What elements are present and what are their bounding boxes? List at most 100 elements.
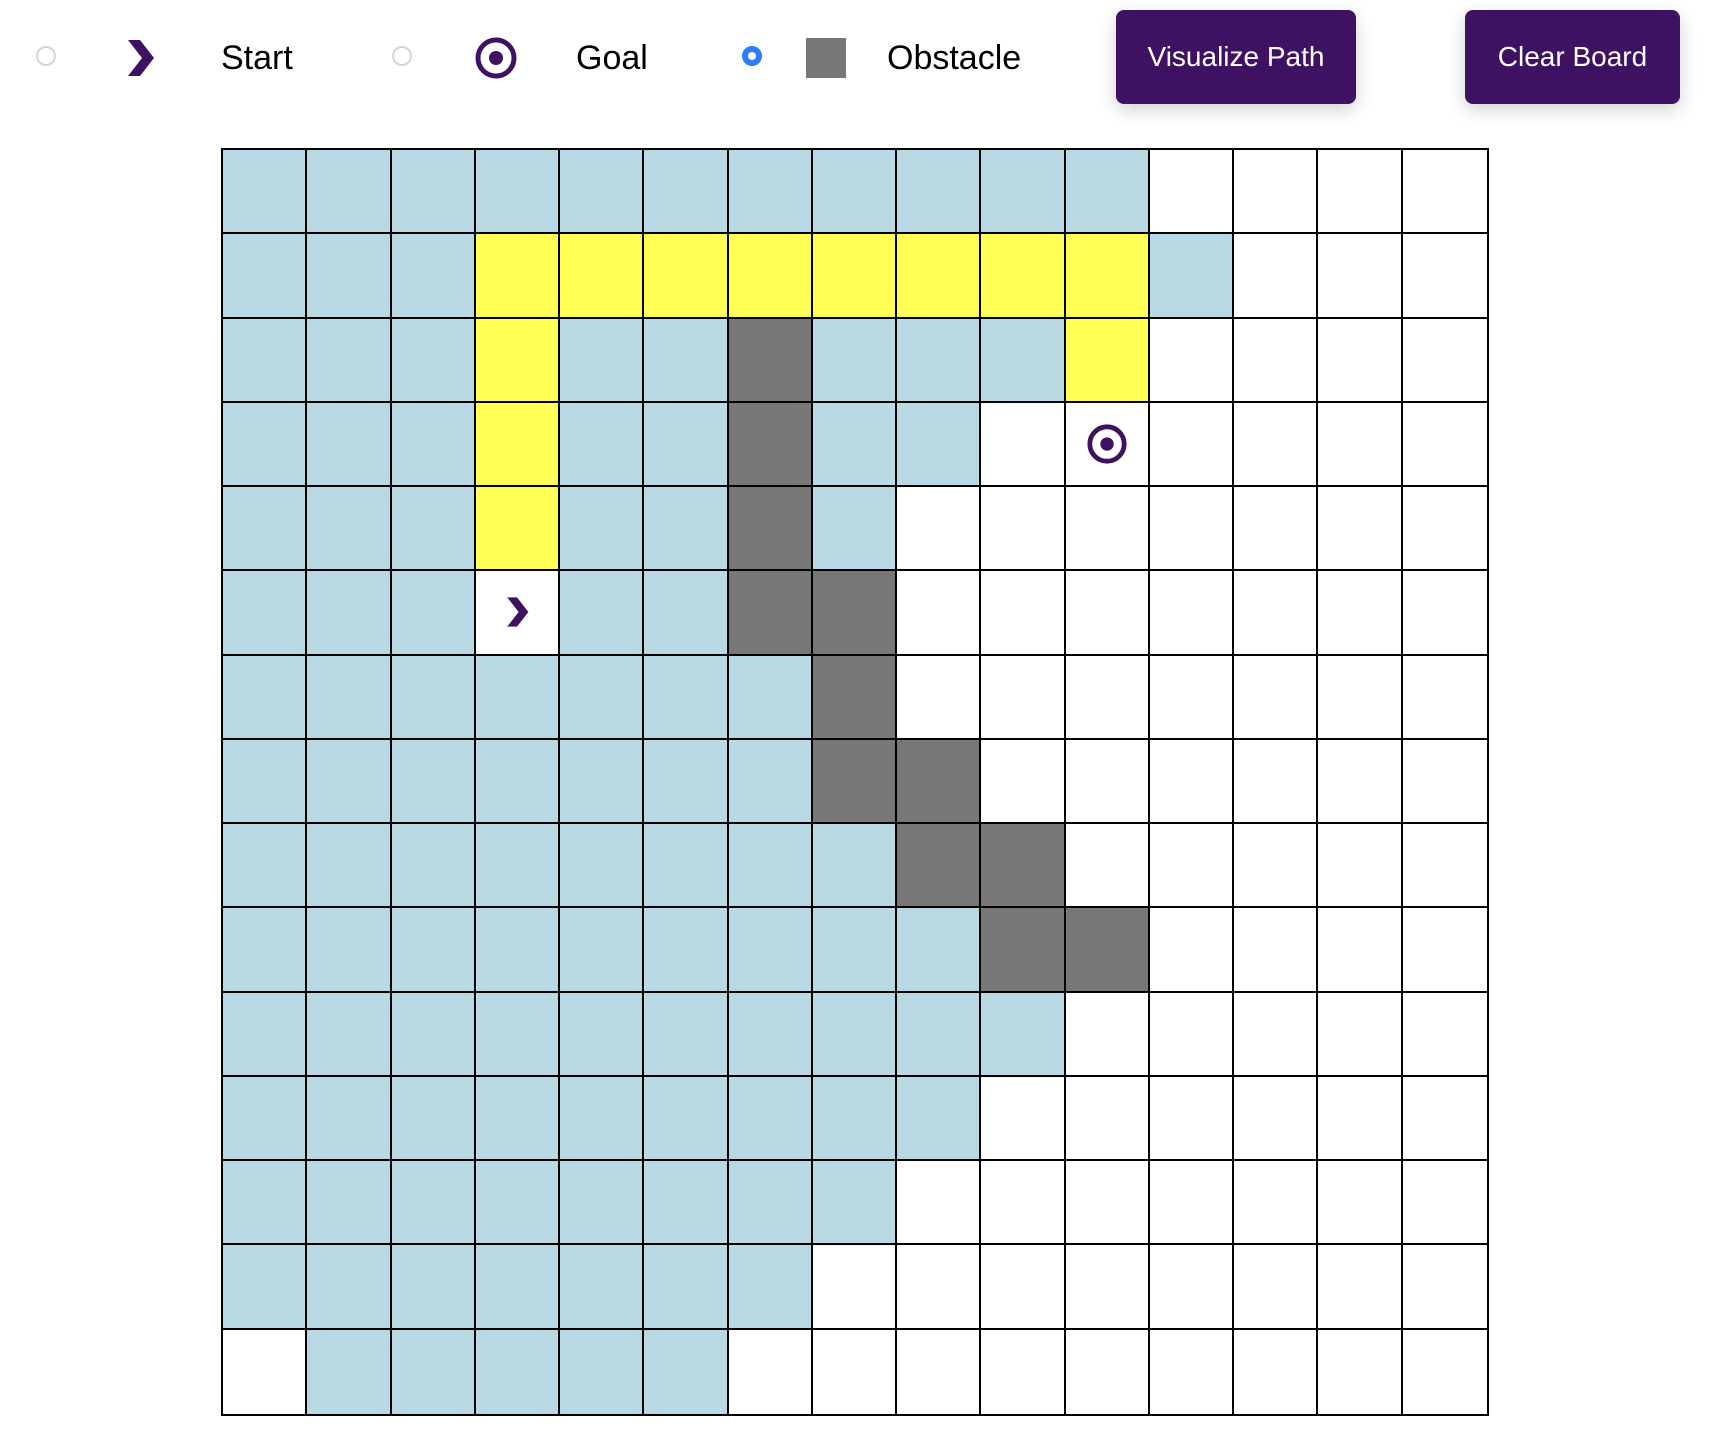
grid-cell[interactable] (391, 1076, 476, 1162)
visualize-path-button[interactable]: Visualize Path (1116, 10, 1356, 104)
grid-cell[interactable] (1318, 1245, 1403, 1330)
grid-cell[interactable] (475, 1161, 561, 1246)
grid-cell[interactable] (728, 1245, 813, 1330)
grid-cell[interactable] (1149, 402, 1235, 488)
grid-cell[interactable] (728, 908, 813, 993)
grid-cell[interactable] (644, 824, 729, 909)
grid-cell[interactable] (644, 1076, 729, 1162)
grid-cell[interactable] (1318, 318, 1403, 403)
grid-cell[interactable] (223, 1245, 308, 1330)
grid-cell[interactable] (981, 571, 1066, 656)
grid-cell[interactable] (391, 571, 476, 656)
grid-cell[interactable] (1065, 487, 1150, 572)
grid-cell[interactable] (644, 655, 729, 740)
grid-cell[interactable] (223, 908, 308, 993)
grid-cell[interactable] (560, 655, 645, 740)
grid-cell[interactable] (223, 1076, 308, 1162)
grid-cell[interactable] (981, 1161, 1066, 1246)
grid-cell[interactable] (812, 318, 898, 403)
grid-cell[interactable] (1149, 487, 1235, 572)
grid-cell[interactable] (391, 150, 476, 235)
grid-cell[interactable] (560, 571, 645, 656)
grid-cell[interactable] (391, 908, 476, 993)
grid-cell[interactable] (897, 824, 982, 909)
grid-cell[interactable] (1234, 655, 1319, 740)
grid-cell[interactable] (1318, 739, 1403, 825)
grid-cell[interactable] (1402, 571, 1487, 656)
grid-cell[interactable] (307, 1245, 392, 1330)
grid-cell[interactable] (475, 1329, 561, 1414)
grid-cell[interactable] (1149, 318, 1235, 403)
grid-cell[interactable] (981, 150, 1066, 235)
grid-cell[interactable] (981, 402, 1066, 488)
grid-cell[interactable] (812, 655, 898, 740)
grid-cell[interactable] (728, 487, 813, 572)
grid-cell[interactable] (307, 487, 392, 572)
grid-cell[interactable] (728, 824, 813, 909)
grid-cell[interactable] (728, 1076, 813, 1162)
grid-cell[interactable] (560, 1245, 645, 1330)
grid-cell[interactable] (728, 318, 813, 403)
grid-cell[interactable] (1318, 402, 1403, 488)
grid-cell[interactable] (812, 571, 898, 656)
grid-cell[interactable] (223, 571, 308, 656)
grid-cell[interactable] (560, 234, 645, 319)
grid-cell[interactable] (391, 318, 476, 403)
grid-cell[interactable] (812, 739, 898, 825)
grid-cell[interactable] (391, 234, 476, 319)
grid-cell[interactable] (475, 908, 561, 993)
grid-cell[interactable] (981, 318, 1066, 403)
grid-cell[interactable] (728, 655, 813, 740)
grid-cell[interactable] (812, 1329, 898, 1414)
grid-cell[interactable] (981, 824, 1066, 909)
grid-cell[interactable] (475, 318, 561, 403)
grid-cell[interactable] (475, 1076, 561, 1162)
grid-cell[interactable] (1234, 150, 1319, 235)
grid-cell[interactable] (1149, 1245, 1235, 1330)
grid-cell[interactable] (1402, 992, 1487, 1077)
grid-cell[interactable] (981, 908, 1066, 993)
goal-cell[interactable] (1065, 402, 1150, 488)
grid-cell[interactable] (1402, 1245, 1487, 1330)
grid-cell[interactable] (812, 1076, 898, 1162)
grid-cell[interactable] (897, 234, 982, 319)
grid-cell[interactable] (560, 318, 645, 403)
grid-cell[interactable] (560, 1076, 645, 1162)
grid-cell[interactable] (981, 1329, 1066, 1414)
grid-cell[interactable] (560, 824, 645, 909)
grid-cell[interactable] (1065, 1329, 1150, 1414)
grid-cell[interactable] (728, 571, 813, 656)
grid-cell[interactable] (391, 992, 476, 1077)
start-radio[interactable] (36, 46, 56, 66)
grid-cell[interactable] (812, 1161, 898, 1246)
grid-cell[interactable] (981, 655, 1066, 740)
grid-cell[interactable] (223, 824, 308, 909)
grid-cell[interactable] (223, 1161, 308, 1246)
grid-cell[interactable] (1318, 1076, 1403, 1162)
grid-cell[interactable] (1065, 318, 1150, 403)
grid-cell[interactable] (307, 739, 392, 825)
grid-cell[interactable] (1234, 487, 1319, 572)
grid-cell[interactable] (897, 908, 982, 993)
grid-cell[interactable] (1402, 908, 1487, 993)
grid-cell[interactable] (223, 1329, 308, 1414)
grid-cell[interactable] (1149, 1076, 1235, 1162)
grid-cell[interactable] (1318, 571, 1403, 656)
grid-cell[interactable] (475, 234, 561, 319)
grid-cell[interactable] (307, 1329, 392, 1414)
grid-cell[interactable] (1234, 318, 1319, 403)
grid-cell[interactable] (1402, 655, 1487, 740)
grid-cell[interactable] (1318, 824, 1403, 909)
grid-cell[interactable] (1402, 1161, 1487, 1246)
grid-cell[interactable] (812, 402, 898, 488)
grid-cell[interactable] (223, 402, 308, 488)
grid-cell[interactable] (812, 1245, 898, 1330)
grid-cell[interactable] (1402, 318, 1487, 403)
grid-cell[interactable] (560, 402, 645, 488)
grid-cell[interactable] (1234, 992, 1319, 1077)
grid-cell[interactable] (1234, 402, 1319, 488)
grid-cell[interactable] (728, 150, 813, 235)
grid-cell[interactable] (1065, 234, 1150, 319)
grid-cell[interactable] (897, 655, 982, 740)
grid-cell[interactable] (1402, 1076, 1487, 1162)
